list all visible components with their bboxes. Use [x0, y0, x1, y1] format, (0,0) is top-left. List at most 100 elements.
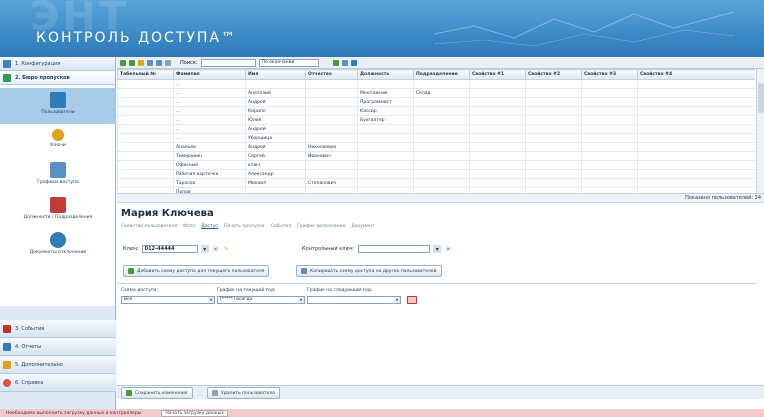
delete-user-button[interactable]: Удалить пользователя	[207, 387, 280, 399]
table-cell	[469, 115, 526, 125]
table-cell	[413, 124, 470, 134]
load-data-button[interactable]: Начать загрузку данных	[161, 409, 228, 417]
key-input[interactable]: 012-44444	[141, 245, 198, 253]
scrollbar-thumb[interactable]	[758, 83, 764, 113]
filter-icon[interactable]	[156, 59, 162, 66]
tab-events[interactable]: События	[271, 224, 291, 229]
sidebar-item-users[interactable]: Пользователи	[0, 88, 116, 124]
tab-print-pass[interactable]: Печать пропуска	[224, 224, 264, 229]
tab-photo[interactable]: Фото	[183, 224, 195, 229]
table-cell: Сергей	[245, 151, 306, 161]
table-row[interactable]: ... Анатолий Монтажник Склад	[117, 88, 755, 98]
table-row[interactable]: ...	[117, 79, 755, 89]
column-header[interactable]: Подразделение	[413, 69, 470, 80]
table-cell	[525, 169, 582, 179]
control-key-select-icon[interactable]: ▾	[433, 245, 442, 253]
table-cell	[581, 124, 638, 134]
refresh-icon[interactable]	[350, 59, 357, 66]
column-header[interactable]: Табельный №	[117, 69, 174, 80]
column-header[interactable]: Свойство #3	[581, 69, 638, 80]
control-key-delete-icon[interactable]: ✕	[444, 245, 452, 253]
table-cell	[305, 79, 358, 89]
table-cell	[305, 115, 358, 125]
add-group-icon[interactable]	[129, 59, 135, 66]
sidebar-item-bureau[interactable]: 2. Бюро пропусков	[0, 71, 115, 85]
table-scrollbar[interactable]	[756, 69, 764, 193]
tab-document[interactable]: Документ	[351, 224, 374, 229]
panel-splitter[interactable]	[117, 193, 764, 203]
sidebar-item-config[interactable]: 1. Конфигурация	[0, 57, 115, 71]
table-cell	[245, 79, 306, 89]
extra-icon	[3, 360, 11, 369]
sidebar: 1. Конфигурация 2. Бюро пропусков Пользо…	[0, 57, 116, 409]
table-row[interactable]: ... Андрей Программист	[117, 97, 755, 107]
settings-icon[interactable]	[165, 59, 171, 66]
table-cell	[413, 142, 470, 152]
current-schedule-select[interactable]: [*****] всегда ▾	[217, 296, 305, 304]
control-key-input[interactable]	[358, 245, 431, 253]
next-schedule-select[interactable]: ▾	[307, 296, 401, 304]
table-row[interactable]: Тимирукин Сергей Иванович	[117, 151, 755, 161]
current-schedule-label: График на текущий год:	[217, 288, 276, 293]
export-icon[interactable]	[332, 59, 339, 66]
table-cell	[581, 106, 638, 116]
table-header: Табельный № Фамилия Имя Отчество Должнос…	[117, 69, 755, 80]
key-edit-icon[interactable]: ✎	[223, 245, 231, 253]
table-cell: Офисный	[173, 160, 246, 170]
save-button[interactable]: Сохранить изменения	[121, 387, 193, 399]
copy-scheme-button[interactable]: Копировать схему доступа на других польз…	[296, 265, 442, 277]
table-row[interactable]: Рабочая карточка Александр	[117, 169, 755, 179]
table-row[interactable]: Офисный ключ	[117, 160, 755, 170]
table-cell	[413, 106, 470, 116]
key-select-icon[interactable]: ▾	[200, 245, 209, 253]
sidebar-item-extra[interactable]: 5. Дополнительно	[0, 356, 116, 374]
add-scheme-button[interactable]: Добавить схему доступа для текущего поль…	[123, 265, 270, 277]
sidebar-item-events[interactable]: 3. События	[0, 320, 116, 338]
scheme-select[interactable]: Все ▾	[121, 296, 215, 304]
table-cell	[581, 97, 638, 107]
events-icon	[3, 324, 11, 333]
table-cell	[525, 115, 582, 125]
table-cell: Иванович	[305, 151, 358, 161]
column-header[interactable]: Фамилия	[173, 69, 246, 80]
table-row[interactable]: Ананьев Андрей Николаевич	[117, 142, 755, 152]
table-cell	[469, 178, 526, 188]
column-header[interactable]: Отчество	[305, 69, 358, 80]
sidebar-item-documents[interactable]: Документы отклонений	[0, 232, 116, 262]
table-cell	[637, 106, 755, 116]
table-row[interactable]: ... Кирилл Кассир	[117, 106, 755, 116]
table-cell	[117, 151, 174, 161]
table-cell	[117, 88, 174, 98]
column-header[interactable]: Свойство #4	[637, 69, 755, 80]
remove-scheme-icon[interactable]	[407, 296, 417, 304]
column-header[interactable]: Свойство #1	[469, 69, 526, 80]
table-row[interactable]: ... Уборщица	[117, 133, 755, 143]
table-row[interactable]: ... Андрей	[117, 124, 755, 134]
key-delete-icon[interactable]: ✕	[212, 245, 220, 253]
column-header[interactable]: Должность	[357, 69, 414, 80]
table-row[interactable]: Тарасов Михаил Степанович	[117, 178, 755, 188]
tab-properties[interactable]: Свойства пользователя	[121, 224, 177, 229]
sidebar-item-keys[interactable]: Ключи	[0, 129, 116, 157]
sidebar-item-reports[interactable]: 4. Отчеты	[0, 338, 116, 356]
search-input[interactable]	[200, 58, 256, 67]
sidebar-item-help[interactable]: 6. Справка	[0, 374, 116, 392]
table-cell	[525, 88, 582, 98]
search-mode-select[interactable]: По окончании	[258, 58, 319, 67]
add-user-icon[interactable]	[120, 59, 126, 66]
add-scheme-label: Добавить схему доступа для текущего поль…	[137, 268, 265, 274]
tab-access[interactable]: Доступ	[201, 224, 218, 229]
table-cell	[581, 160, 638, 170]
delete-label: Удалить пользователя	[221, 390, 275, 396]
column-header[interactable]: Свойство #2	[525, 69, 582, 80]
tab-schedule-additions[interactable]: График дополнений	[297, 224, 345, 229]
print-icon[interactable]	[341, 59, 348, 66]
table-cell	[469, 97, 526, 107]
import-icon[interactable]	[147, 59, 153, 66]
column-header[interactable]: Имя	[245, 69, 306, 80]
table-row[interactable]: ... Юлия Бухгалтер	[117, 115, 755, 125]
sidebar-item-label: 6. Справка	[15, 379, 44, 386]
sidebar-item-schedules[interactable]: Графики доступа	[0, 162, 116, 192]
sidebar-item-departments[interactable]: Должности / Подразделения	[0, 197, 116, 227]
edit-icon[interactable]	[138, 59, 144, 66]
